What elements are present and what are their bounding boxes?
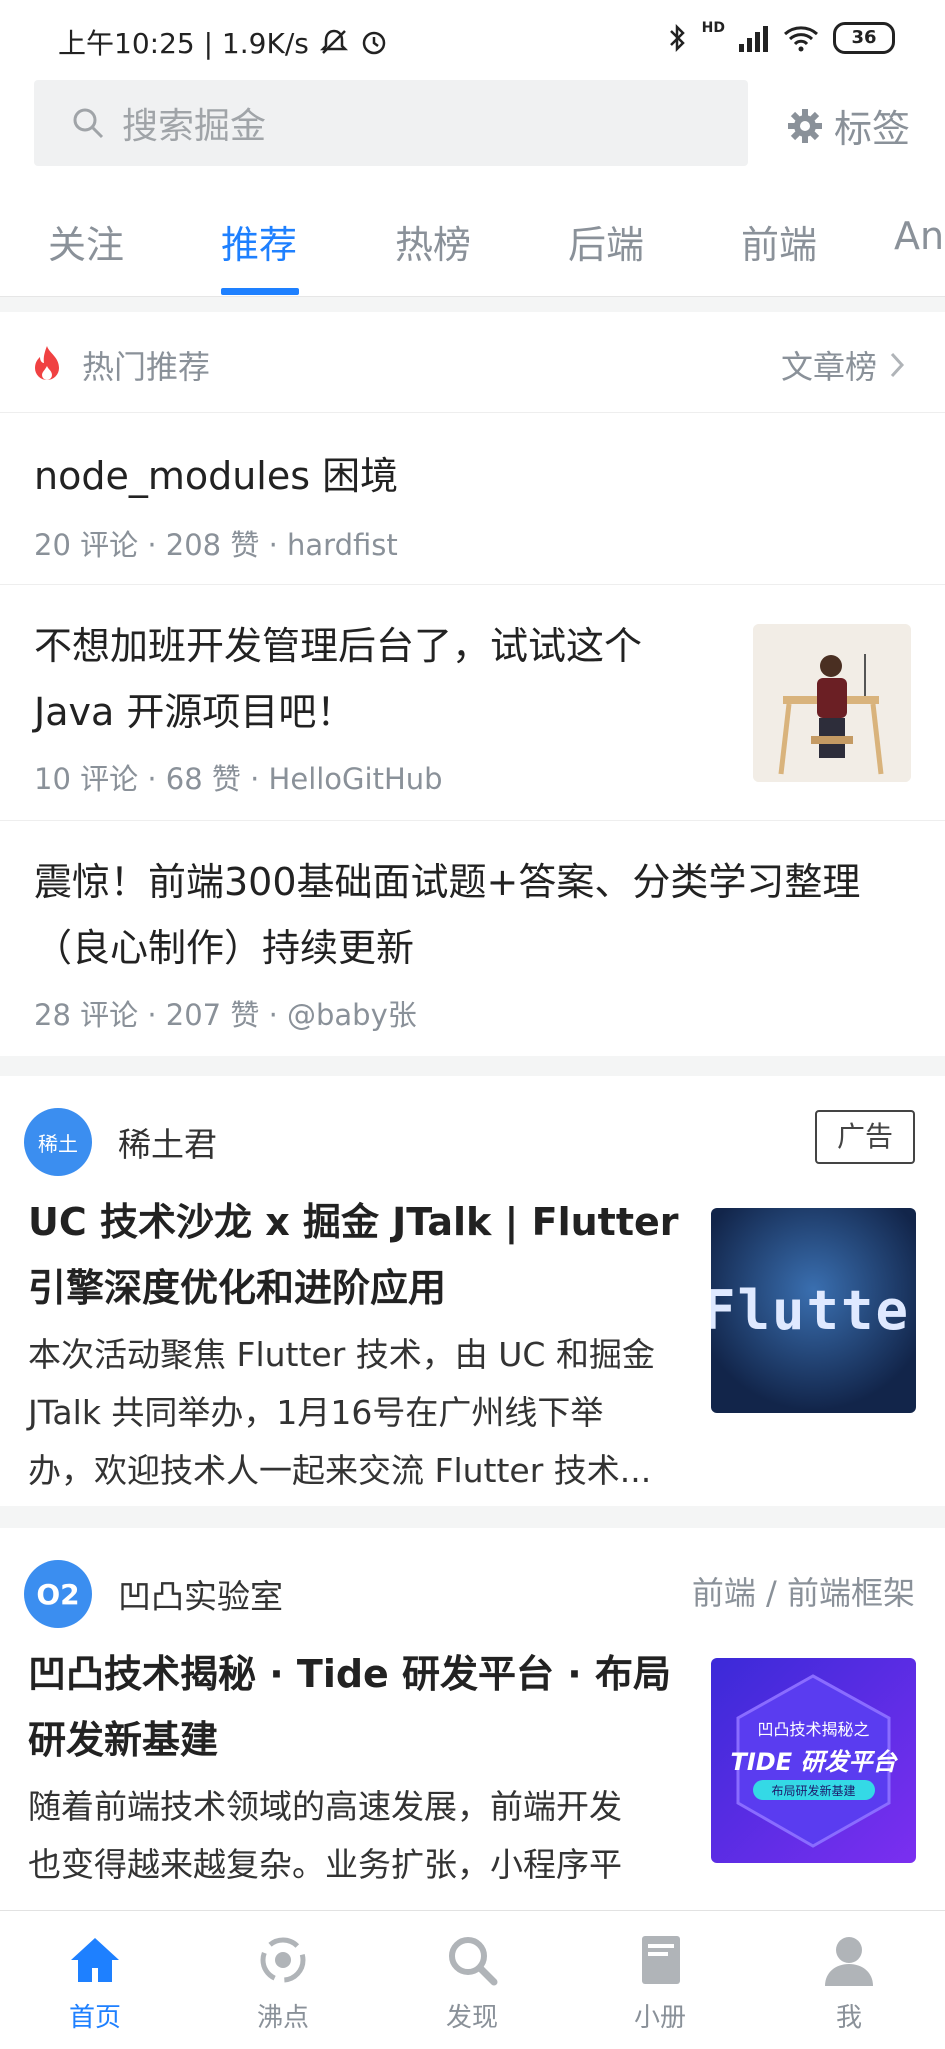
status-right: HD 36 [668, 20, 895, 54]
hot-article-item[interactable]: 震惊！前端300基础面试题+答案、分类学习整理 （良心制作）持续更新 28 评论… [0, 820, 945, 1056]
hot-article-title-line1: 震惊！前端300基础面试题+答案、分类学习整理 [34, 860, 861, 904]
active-tab-indicator [221, 288, 299, 295]
chevron-right-icon [890, 352, 905, 378]
wifi-icon [784, 26, 818, 52]
hot-recommend-section: 热门推荐 文章榜 node_modules 困境 20 评论 · 208 赞 ·… [0, 312, 945, 1056]
nav-pins-label: 沸点 [256, 2003, 309, 2033]
card-title-line2: 引擎深度优化和进阶应用 [28, 1266, 447, 1310]
status-time: 上午10:25 | 1.9K/s [58, 27, 309, 60]
hot-article-meta: 20 评论 · 208 赞 · hardfist [34, 528, 398, 562]
status-left: 上午10:25 | 1.9K/s [58, 22, 389, 62]
card-desc-line3: 办，欢迎技术人一起来交流 Flutter 技术... [28, 1451, 652, 1490]
card-desc-line1: 本次活动聚焦 Flutter 技术，由 UC 和掘金 [28, 1335, 655, 1374]
search-icon [73, 108, 104, 139]
nav-discover-label: 发现 [445, 2003, 498, 2033]
card-desc-line2: JTalk 共同举办，1月16号在广州线下举 [28, 1393, 604, 1432]
nav-home-label: 首页 [68, 2003, 121, 2033]
tag-button[interactable]: 标签 [786, 98, 910, 153]
mute-bell-icon [319, 29, 348, 54]
nav-me-label: 我 [835, 2003, 862, 2033]
bottom-navigation: 首页 沸点 发现 小册 我 [0, 1910, 945, 2049]
search-placeholder: 搜索掘金 [122, 106, 267, 147]
tab-following[interactable]: 关注 [48, 214, 124, 269]
card-author[interactable]: 稀土 稀土君 [24, 1108, 217, 1176]
tab-recommended[interactable]: 推荐 [221, 214, 297, 269]
avatar: 稀土 [24, 1108, 92, 1176]
flutter-thumbnail-text: Flutte [711, 1279, 911, 1342]
flutter-thumbnail: Flutte [711, 1208, 916, 1413]
hot-article-title: node_modules 困境 [34, 454, 399, 498]
signal-icon [739, 26, 768, 52]
fire-icon [35, 346, 59, 380]
nav-books-label: 小册 [633, 2003, 686, 2033]
hot-article-item[interactable]: 不想加班开发管理后台了，试试这个 Java 开源项目吧！ 10 评论 · 68 … [0, 584, 945, 821]
ad-badge: 广告 [815, 1110, 915, 1164]
card-desc-line1: 随着前端技术领域的高速发展，前端开发 [28, 1787, 622, 1826]
tab-hot[interactable]: 热榜 [395, 214, 471, 269]
tab-android[interactable]: Android [894, 214, 945, 258]
avatar-text: O2 [36, 1577, 80, 1611]
tide-thumb-line3: 布局研发新基建 [771, 1784, 856, 1798]
feed-card-article[interactable]: O2 凹凸实验室 前端 / 前端框架 凹凸技术揭秘 · Tide 研发平台 · … [0, 1528, 945, 1910]
card-title-line1: UC 技术沙龙 x 掘金 JTalk | Flutter [28, 1200, 679, 1244]
hot-article-meta: 10 评论 · 68 赞 · HelloGitHub [34, 762, 443, 796]
search-input[interactable]: 搜索掘金 [34, 80, 748, 166]
alarm-icon [362, 31, 386, 55]
avatar: O2 [24, 1560, 92, 1628]
card-category[interactable]: 前端 / 前端框架 [692, 1568, 915, 1614]
hot-recommend-header: 热门推荐 文章榜 [0, 312, 945, 413]
tide-thumb-line2: TIDE 研发平台 [730, 1748, 897, 1776]
tag-button-label: 标签 [834, 107, 911, 151]
card-desc-line2: 也变得越来越复杂。业务扩张，小程序平 [28, 1845, 622, 1884]
avatar-text: 稀土 [38, 1131, 78, 1156]
article-thumbnail [753, 624, 911, 782]
bluetooth-icon [669, 23, 685, 53]
author-name: 稀土君 [118, 1125, 217, 1164]
nav-books[interactable]: 小册 [600, 1929, 720, 2034]
battery-indicator: 36 [833, 22, 895, 54]
feed-card-ad[interactable]: 稀土 稀土君 广告 UC 技术沙龙 x 掘金 JTalk | Flutter 引… [0, 1076, 945, 1506]
tab-backend[interactable]: 后端 [568, 214, 644, 269]
article-rank-link[interactable]: 文章榜 [781, 342, 905, 388]
hot-article-title-line2: （良心制作）持续更新 [34, 926, 415, 970]
card-author[interactable]: O2 凹凸实验室 [24, 1560, 283, 1628]
card-title-line2: 研发新基建 [28, 1718, 219, 1762]
tide-thumbnail: 凹凸技术揭秘之 TIDE 研发平台 布局研发新基建 [711, 1658, 916, 1863]
person-at-desk-image [753, 624, 911, 782]
book-icon [642, 1936, 680, 1984]
nav-me[interactable]: 我 [789, 1929, 909, 2034]
user-icon [825, 1937, 873, 1986]
tab-frontend[interactable]: 前端 [741, 214, 817, 269]
status-bar: 上午10:25 | 1.9K/s HD 36 [0, 0, 945, 80]
home-icon [71, 1938, 119, 1982]
category-tabs: 关注 推荐 热榜 后端 前端 Android [0, 180, 945, 297]
nav-discover[interactable]: 发现 [412, 1929, 532, 2034]
article-rank-label: 文章榜 [780, 348, 877, 386]
signal-hd-label: HD [701, 20, 725, 36]
pins-icon [260, 1937, 306, 1983]
search-row: 搜索掘金 标签 [0, 80, 945, 180]
hot-article-title-line2: Java 开源项目吧！ [34, 690, 355, 734]
tide-thumb-line1: 凹凸技术揭秘之 [757, 1720, 870, 1739]
hot-article-item[interactable]: node_modules 困境 20 评论 · 208 赞 · hardfist [0, 412, 945, 585]
gear-icon [788, 108, 822, 143]
discover-search-icon [449, 1937, 498, 1986]
nav-pins[interactable]: 沸点 [223, 1929, 343, 2034]
hot-article-meta: 28 评论 · 207 赞 · @baby张 [34, 998, 417, 1032]
nav-home[interactable]: 首页 [35, 1929, 155, 2034]
author-name: 凹凸实验室 [118, 1577, 283, 1616]
card-title-line1: 凹凸技术揭秘 · Tide 研发平台 · 布局 [28, 1652, 671, 1696]
hot-recommend-title: 热门推荐 [82, 348, 211, 386]
hot-article-title-line1: 不想加班开发管理后台了，试试这个 [34, 624, 643, 668]
